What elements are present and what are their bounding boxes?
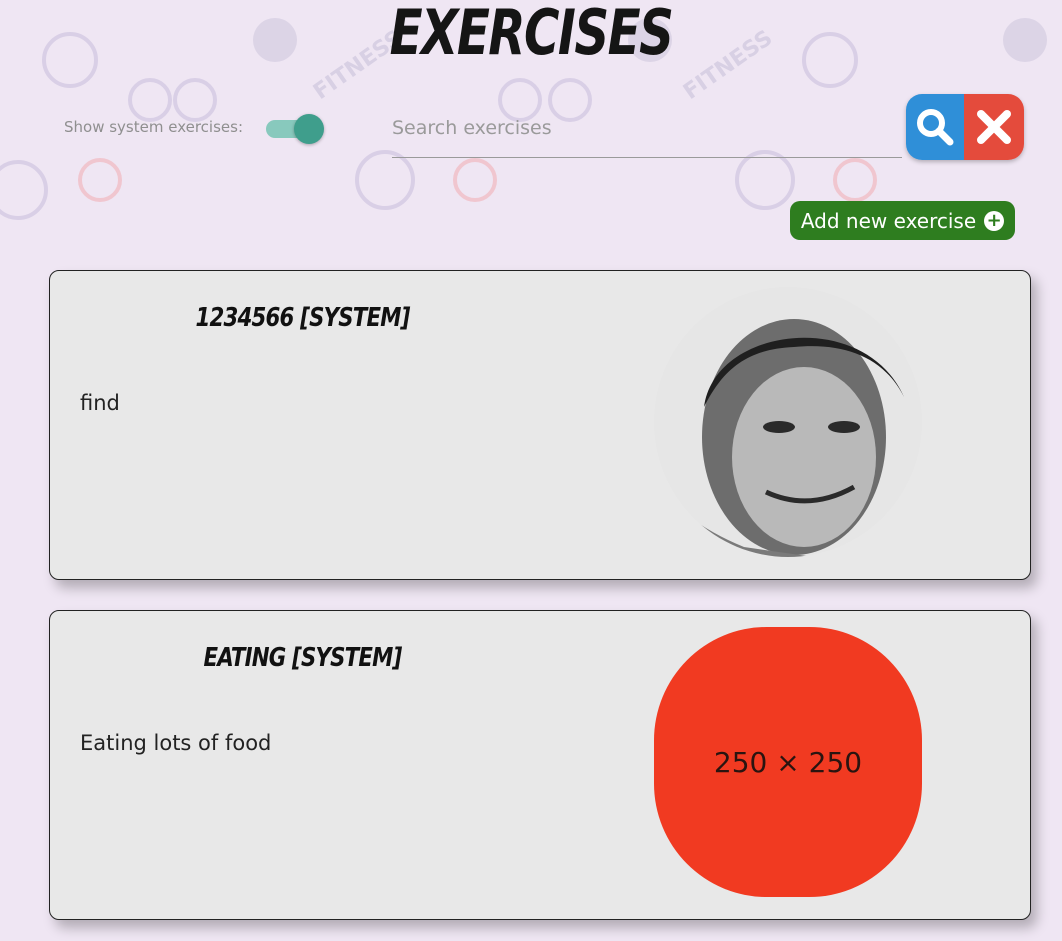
search-input[interactable] bbox=[392, 108, 902, 148]
exercise-image-placeholder: 250 × 250 bbox=[654, 627, 922, 897]
search-button-group bbox=[906, 94, 1024, 160]
plus-circle-icon: + bbox=[984, 210, 1005, 231]
page-title: Exercises bbox=[389, 0, 674, 69]
exercise-title: EATING [SYSTEM] bbox=[203, 643, 403, 673]
search-field bbox=[392, 108, 902, 158]
exercise-title: 1234566 [SYSTEM] bbox=[195, 303, 410, 333]
system-exercises-toggle-label: Show system exercises: bbox=[64, 118, 244, 136]
exercise-description: find bbox=[80, 391, 120, 415]
toggle-knob bbox=[294, 114, 324, 144]
add-exercise-label: Add new exercise bbox=[800, 208, 977, 233]
exercise-description: Eating lots of food bbox=[80, 731, 272, 755]
magnifier-icon bbox=[917, 109, 954, 146]
clear-search-button[interactable] bbox=[964, 94, 1024, 160]
add-exercise-button[interactable]: Add new exercise + bbox=[790, 201, 1015, 240]
close-icon bbox=[977, 110, 1011, 144]
system-exercises-toggle[interactable] bbox=[266, 114, 324, 144]
portrait-photo bbox=[654, 287, 922, 557]
search-button[interactable] bbox=[906, 94, 964, 160]
exercise-image bbox=[654, 287, 922, 557]
exercise-card[interactable]: EATING [SYSTEM] Eating lots of food 250 … bbox=[49, 610, 1031, 920]
exercise-card[interactable]: 1234566 [SYSTEM] find bbox=[49, 270, 1031, 580]
